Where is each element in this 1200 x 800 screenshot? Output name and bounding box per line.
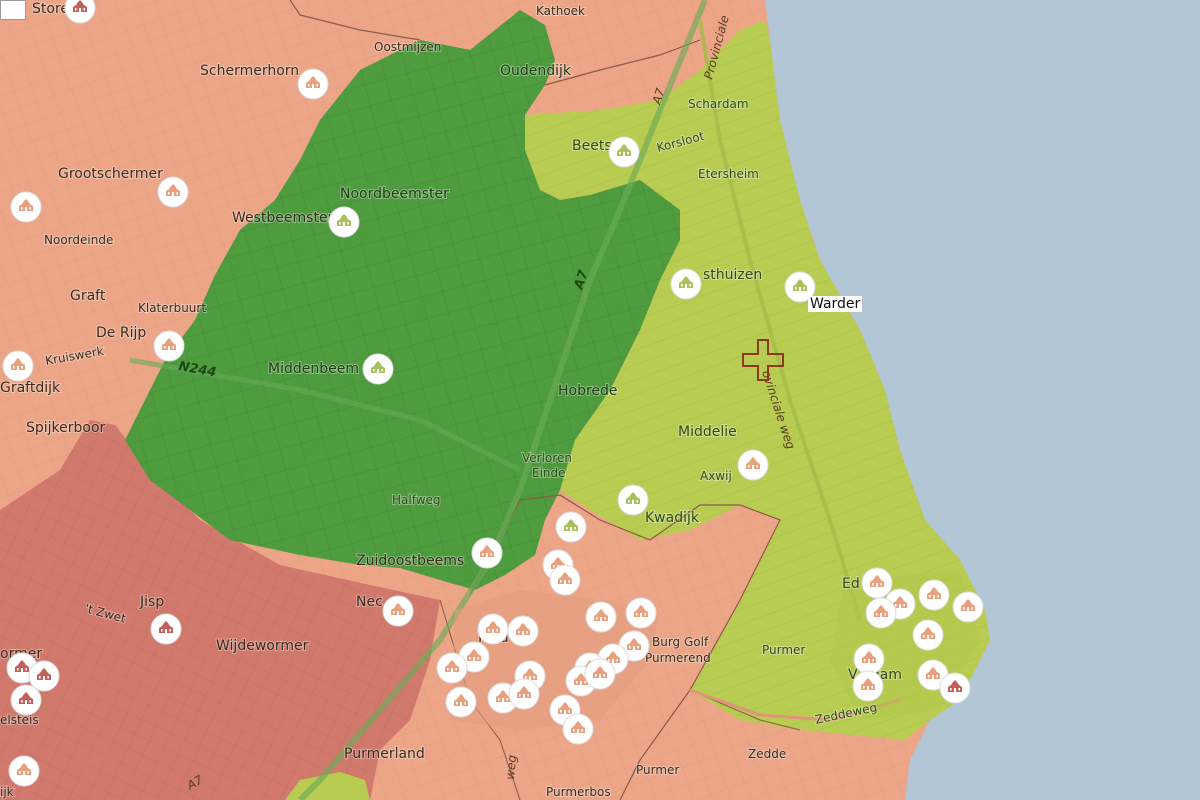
label-neck: Nec (356, 594, 383, 610)
church-marker-icon[interactable] (477, 613, 509, 645)
church-marker-icon[interactable] (912, 619, 944, 651)
church-marker-icon[interactable] (508, 678, 540, 710)
church-marker-icon[interactable] (436, 652, 468, 684)
church-marker-icon[interactable] (150, 613, 182, 645)
label-graftdijk: Graftdijk (0, 380, 61, 396)
label-de-rijp: De Rijp (96, 325, 146, 341)
label-axwijk: Axwij (700, 469, 732, 483)
church-marker-icon[interactable] (861, 567, 893, 599)
label-schermerhorn: Schermerhorn (200, 63, 299, 79)
church-marker-icon[interactable] (445, 686, 477, 718)
church-marker-icon[interactable] (2, 350, 34, 382)
church-marker-icon[interactable] (157, 176, 189, 208)
label-purmer-south: Purmer (636, 763, 679, 777)
label-klaterbuurt: Klaterbuurt (138, 301, 206, 315)
label-grootschermer: Grootschermer (58, 166, 163, 182)
church-marker-icon[interactable] (328, 206, 360, 238)
church-marker-icon[interactable] (584, 658, 616, 690)
label-burg-golf-purmerend: Purmerend (645, 651, 711, 665)
church-marker-icon[interactable] (952, 591, 984, 623)
label-wijdewormer: Wijdewormer (216, 638, 309, 654)
label-beets: Beets (572, 138, 612, 154)
label-oosthuizen: sthuizen (703, 267, 762, 283)
label-oostmijzen: Oostmijzen (374, 40, 441, 54)
label-middelie: Middelie (678, 424, 737, 440)
church-marker-icon[interactable] (562, 713, 594, 745)
church-marker-icon[interactable] (918, 579, 950, 611)
label-edam: Ed (842, 576, 860, 592)
label-dijkweg: weg (503, 754, 519, 780)
label-zedde: Zedde (748, 747, 786, 761)
label-noordbeemster: Noordbeemster (340, 186, 449, 202)
map-canvas[interactable]: Storen Kathoek Oostmijzen Schermerhorn O… (0, 0, 1200, 800)
label-polsteis: elsteis (0, 713, 39, 727)
church-marker-icon[interactable] (585, 601, 617, 633)
church-marker-icon[interactable] (939, 672, 971, 704)
label-einde: Einde (532, 466, 566, 480)
label-graft: Graft (70, 288, 106, 304)
church-marker-icon[interactable] (471, 537, 503, 569)
church-marker-icon[interactable] (555, 511, 587, 543)
label-purmerland: Purmerland (344, 746, 425, 762)
label-spijkerboor: Spijkerboor (26, 420, 106, 436)
church-marker-icon[interactable] (625, 597, 657, 629)
label-ijk: ijk (0, 785, 14, 799)
church-marker-icon[interactable] (549, 564, 581, 596)
label-warder: Warder (808, 296, 863, 312)
church-marker-icon[interactable] (8, 755, 40, 787)
label-kathoek: Kathoek (536, 4, 585, 18)
label-halfweg: Halfweg (392, 493, 441, 507)
label-schardam: Schardam (688, 97, 749, 111)
church-marker-icon[interactable] (737, 449, 769, 481)
church-marker-icon[interactable] (362, 353, 394, 385)
label-purmerbos: Purmerbos (546, 785, 611, 799)
church-marker-icon[interactable] (153, 330, 185, 362)
label-westbeemster: Westbeemster (232, 210, 334, 226)
label-jisp: Jisp (139, 594, 164, 610)
church-marker-icon[interactable] (852, 670, 884, 702)
label-oudendijk: Oudendijk (500, 63, 572, 79)
label-middenbeemster: Middenbeem (268, 361, 359, 377)
layer-toggle-checkbox[interactable] (0, 0, 26, 20)
label-kwadijk: Kwadijk (645, 510, 700, 526)
label-verloren: Verloren (522, 451, 572, 465)
church-marker-icon[interactable] (10, 684, 42, 716)
label-etersheim: Etersheim (698, 167, 759, 181)
label-noordeinde: Noordeinde (44, 233, 113, 247)
label-zuidoostbeemster: Zuidoostbeems (356, 553, 464, 569)
label-purmer: Purmer (762, 643, 805, 657)
church-marker-icon[interactable] (617, 484, 649, 516)
label-burg-golf: Burg Golf (652, 635, 709, 649)
church-marker-icon[interactable] (670, 268, 702, 300)
church-marker-icon[interactable] (382, 595, 414, 627)
church-marker-icon[interactable] (507, 615, 539, 647)
church-marker-icon[interactable] (297, 68, 329, 100)
church-marker-icon[interactable] (865, 597, 897, 629)
church-marker-icon[interactable] (608, 136, 640, 168)
church-marker-icon[interactable] (10, 191, 42, 223)
church-marker-icon[interactable] (853, 643, 885, 675)
label-hobrede: Hobrede (558, 383, 618, 399)
